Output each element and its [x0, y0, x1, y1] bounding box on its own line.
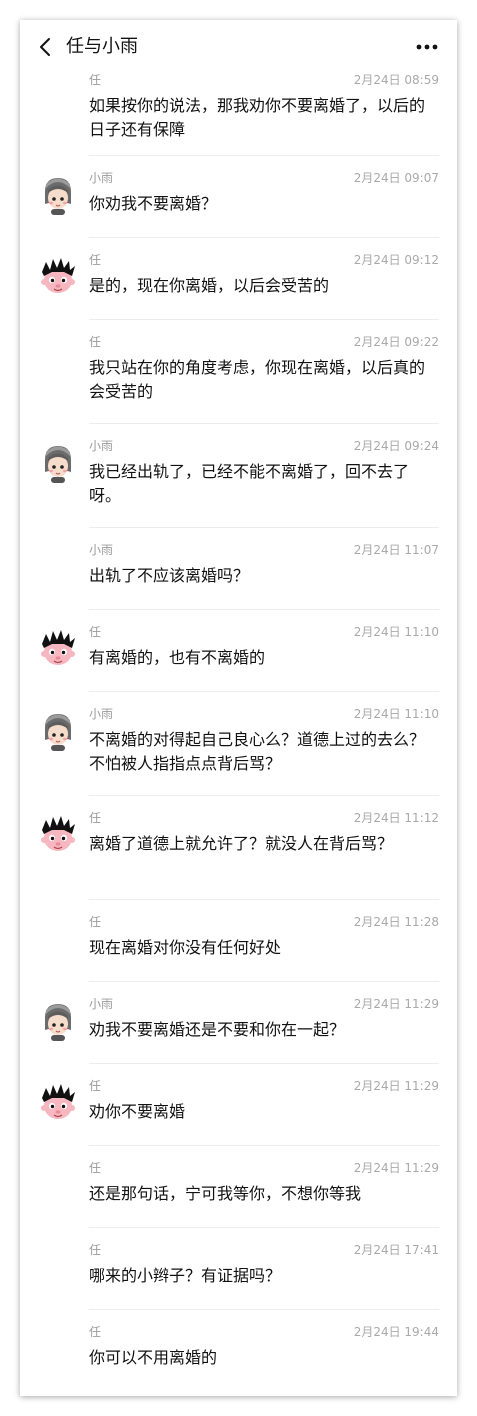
message-item[interactable]: 任 2月24日 11:28 现在离婚对你没有任何好处 [20, 900, 457, 982]
message-text: 哪来的小辫子？有证据吗？ [89, 1266, 282, 1285]
message-sender: 小雨 [89, 997, 114, 1011]
message-text: 你可以不用离婚的 [89, 1348, 218, 1367]
message-item[interactable]: 任 2月24日 11:10 有离婚的，也有不离婚的 [20, 610, 457, 692]
message-sender: 任 [89, 1325, 102, 1339]
girl-avatar-icon[interactable] [40, 1002, 76, 1042]
message-timestamp: 2月24日 11:29 [353, 997, 439, 1011]
message-sender: 任 [89, 625, 102, 639]
message-timestamp: 2月24日 19:44 [353, 1325, 439, 1339]
message-item[interactable]: 小雨 2月24日 11:10 不离婚的对得起自己良心么？道德上过的去么？不怕被人指指… [20, 692, 457, 796]
message-timestamp: 2月24日 11:29 [353, 1161, 439, 1175]
message-item[interactable]: 任 2月24日 08:59 如果按你的说法，那我劝你不要离婚了，以后的日子还有保障 [20, 58, 457, 156]
message-item[interactable]: 任 2月24日 09:12 是的，现在你离婚，以后会受苦的 [20, 238, 457, 320]
message-timestamp: 2月24日 11:10 [353, 625, 439, 639]
message-sender: 小雨 [89, 439, 114, 453]
message-timestamp: 2月24日 08:59 [353, 73, 439, 87]
message-sender: 任 [89, 1079, 102, 1093]
message-item[interactable]: 任 2月24日 11:29 还是那句话，宁可我等你，不想你等我 [20, 1146, 457, 1228]
more-options-icon[interactable] [415, 37, 439, 57]
message-text: 出轨了不应该离婚吗？ [89, 566, 250, 585]
girl-avatar-icon[interactable] [40, 176, 76, 216]
message-sender: 任 [89, 1161, 102, 1175]
message-item[interactable]: 小雨 2月24日 11:29 劝我不要离婚还是不要和你在一起？ [20, 982, 457, 1064]
message-sender: 小雨 [89, 707, 114, 721]
message-timestamp: 2月24日 09:07 [353, 171, 439, 185]
boy-avatar-icon[interactable] [40, 816, 76, 856]
message-text: 我只站在你的角度考虑，你现在离婚，以后真的会受苦的 [89, 358, 426, 401]
message-sender: 小雨 [89, 171, 114, 185]
message-text: 现在离婚对你没有任何好处 [89, 938, 282, 957]
page-title: 任与小雨 [66, 36, 138, 57]
message-timestamp: 2月24日 09:22 [353, 335, 439, 349]
message-text: 不离婚的对得起自己良心么？道德上过的去么？不怕被人指指点点背后骂？ [89, 730, 426, 773]
message-sender: 任 [89, 253, 102, 267]
message-item[interactable]: 小雨 2月24日 11:07 出轨了不应该离婚吗？ [20, 528, 457, 610]
message-text: 如果按你的说法，那我劝你不要离婚了，以后的日子还有保障 [89, 96, 426, 139]
message-timestamp: 2月24日 09:24 [353, 439, 439, 453]
message-timestamp: 2月24日 11:07 [353, 543, 439, 557]
message-text: 劝你不要离婚 [89, 1102, 186, 1121]
girl-avatar-icon[interactable] [40, 444, 76, 484]
message-sender: 任 [89, 335, 102, 349]
message-item[interactable]: 小雨 2月24日 09:07 你劝我不要离婚？ [20, 156, 457, 238]
message-item[interactable]: 任 2月24日 17:41 哪来的小辫子？有证据吗？ [20, 1228, 457, 1310]
message-sender: 小雨 [89, 543, 114, 557]
girl-avatar-icon[interactable] [40, 712, 76, 752]
message-timestamp: 2月24日 17:41 [353, 1243, 439, 1257]
message-sender: 任 [89, 915, 102, 929]
message-text: 你劝我不要离婚？ [89, 194, 218, 213]
message-timestamp: 2月24日 11:28 [353, 915, 439, 929]
message-text: 有离婚的，也有不离婚的 [89, 648, 266, 667]
message-text: 是的，现在你离婚，以后会受苦的 [89, 276, 330, 295]
boy-avatar-icon[interactable] [40, 1084, 76, 1124]
message-text: 还是那句话，宁可我等你，不想你等我 [89, 1184, 362, 1203]
boy-avatar-icon[interactable] [40, 630, 76, 670]
message-text: 我已经出轨了，已经不能不离婚了，回不去了呀。 [89, 462, 410, 505]
boy-avatar-icon[interactable] [40, 258, 76, 298]
message-item[interactable]: 任 2月24日 09:22 我只站在你的角度考虑，你现在离婚，以后真的会受苦的 [20, 320, 457, 424]
message-text: 劝我不要离婚还是不要和你在一起？ [89, 1020, 346, 1039]
back-arrow-icon[interactable] [36, 37, 56, 57]
message-text: 离婚了道德上就允许了？就没人在背后骂？ [89, 834, 394, 853]
message-item[interactable]: 小雨 2月24日 09:24 我已经出轨了，已经不能不离婚了，回不去了呀。 [20, 424, 457, 528]
message-sender: 任 [89, 73, 102, 87]
message-timestamp: 2月24日 11:12 [353, 811, 439, 825]
message-timestamp: 2月24日 11:29 [353, 1079, 439, 1093]
message-item[interactable]: 任 2月24日 19:44 你可以不用离婚的 [20, 1310, 457, 1392]
message-sender: 任 [89, 811, 102, 825]
message-list: 任 2月24日 08:59 如果按你的说法，那我劝你不要离婚了，以后的日子还有保障小… [20, 58, 457, 1392]
chat-window: 任与小雨 任 2月24日 08:59 如果按你的说法，那我劝你不要离婚了，以后的日子… [20, 20, 457, 1396]
message-item[interactable]: 任 2月24日 11:12 离婚了道德上就允许了？就没人在背后骂？ [20, 796, 457, 900]
message-sender: 任 [89, 1243, 102, 1257]
message-timestamp: 2月24日 09:12 [353, 253, 439, 267]
message-item[interactable]: 任 2月24日 11:29 劝你不要离婚 [20, 1064, 457, 1146]
message-timestamp: 2月24日 11:10 [353, 707, 439, 721]
